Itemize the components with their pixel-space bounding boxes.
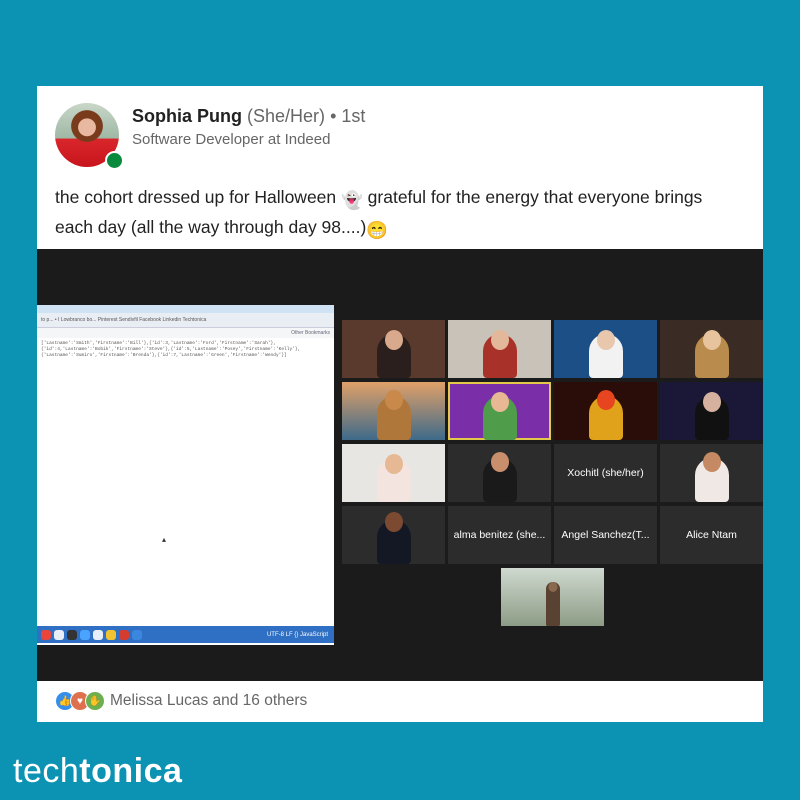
video-tile <box>660 382 763 440</box>
participant-head <box>384 454 403 474</box>
video-tile <box>660 320 763 378</box>
participant-name: Alice Ntam <box>686 529 737 541</box>
code-output: ['Lastname':'Smith','Firstname':'Bill'},… <box>37 338 334 362</box>
app-icon <box>54 629 64 640</box>
video-tile: Alice Ntam <box>660 506 763 564</box>
post-text: the cohort dressed up for Halloween 👻 gr… <box>55 184 745 244</box>
video-tile <box>448 444 551 502</box>
grin-emoji-icon: 😁 <box>366 220 389 240</box>
video-tile <box>501 568 604 626</box>
shared-screen: to p... • I Lowbranco bo... Pinterest Se… <box>37 305 334 645</box>
post-text-part1: the cohort dressed up for Halloween <box>55 187 341 207</box>
app-icon <box>132 629 142 640</box>
techtonica-logo: techtonica <box>13 752 182 791</box>
support-icon: ✋ <box>85 691 105 711</box>
editor-status: UTF-8 LF {} JavaScript <box>266 631 328 638</box>
video-tile <box>342 320 445 378</box>
participant-head <box>490 392 509 412</box>
video-tile <box>660 444 763 502</box>
participant-name: alma benitez (she... <box>453 529 546 541</box>
video-tile: Xochitl (she/her) <box>554 444 657 502</box>
participant-head <box>384 390 403 410</box>
author-name[interactable]: Sophia Pung <box>132 106 242 126</box>
app-icon <box>80 629 90 640</box>
app-icon <box>93 629 103 640</box>
video-tile <box>554 382 657 440</box>
app-icon <box>67 629 77 640</box>
participant-head <box>596 390 615 410</box>
reactions-summary[interactable]: Melissa Lucas and 16 others <box>110 692 307 710</box>
browser-tabs: to p... • I Lowbranco bo... Pinterest Se… <box>37 313 334 328</box>
dock-bar: UTF-8 LF {} JavaScript <box>37 626 334 643</box>
video-tile <box>554 320 657 378</box>
post-card: Sophia Pung (She/Her) • 1st Software Dev… <box>37 86 763 722</box>
participant-head <box>490 452 509 472</box>
connection-degree: • 1st <box>330 106 366 126</box>
video-tile <box>342 506 445 564</box>
author-headline: Software Developer at Indeed <box>132 131 331 148</box>
bookmarks-bar: Other Bookmarks <box>37 328 334 338</box>
participant-head <box>384 512 403 532</box>
video-tile: alma benitez (she... <box>448 506 551 564</box>
video-tile <box>448 320 551 378</box>
app-icon <box>106 629 116 640</box>
mac-menu-bar <box>37 305 334 313</box>
participant-head <box>702 330 721 350</box>
app-icon <box>119 629 129 640</box>
bookmarks-label: Other Bookmarks <box>291 330 330 336</box>
video-tile-active-speaker <box>448 382 551 440</box>
video-tile <box>342 382 445 440</box>
reactions-bar[interactable]: 👍 ♥ ✋ Melissa Lucas and 16 others <box>55 691 307 711</box>
participant-name: Angel Sanchez(T... <box>561 529 650 541</box>
post-image[interactable]: to p... • I Lowbranco bo... Pinterest Se… <box>37 249 763 681</box>
brand-part1: tech <box>13 752 80 790</box>
participant-name: Xochitl (she/her) <box>567 467 644 479</box>
app-icon <box>41 629 51 640</box>
ghost-emoji-icon: 👻 <box>341 190 363 210</box>
code-line: {'Lastname':'Sumiro','Firstname':'Brenda… <box>41 353 287 358</box>
online-status-icon <box>105 151 124 170</box>
video-tile <box>342 444 445 502</box>
participant-head <box>702 452 721 472</box>
author-pronouns: (She/Her) <box>247 106 326 126</box>
participant-head <box>702 392 721 412</box>
author-name-line: Sophia Pung (She/Her) • 1st <box>132 106 365 127</box>
participant-head <box>548 582 557 592</box>
participant-head <box>596 330 615 350</box>
participant-head <box>490 330 509 350</box>
video-tile: Angel Sanchez(T... <box>554 506 657 564</box>
mouse-cursor-icon: ▴ <box>162 535 167 544</box>
brand-part2: tonica <box>79 752 183 790</box>
participant-head <box>384 330 403 350</box>
